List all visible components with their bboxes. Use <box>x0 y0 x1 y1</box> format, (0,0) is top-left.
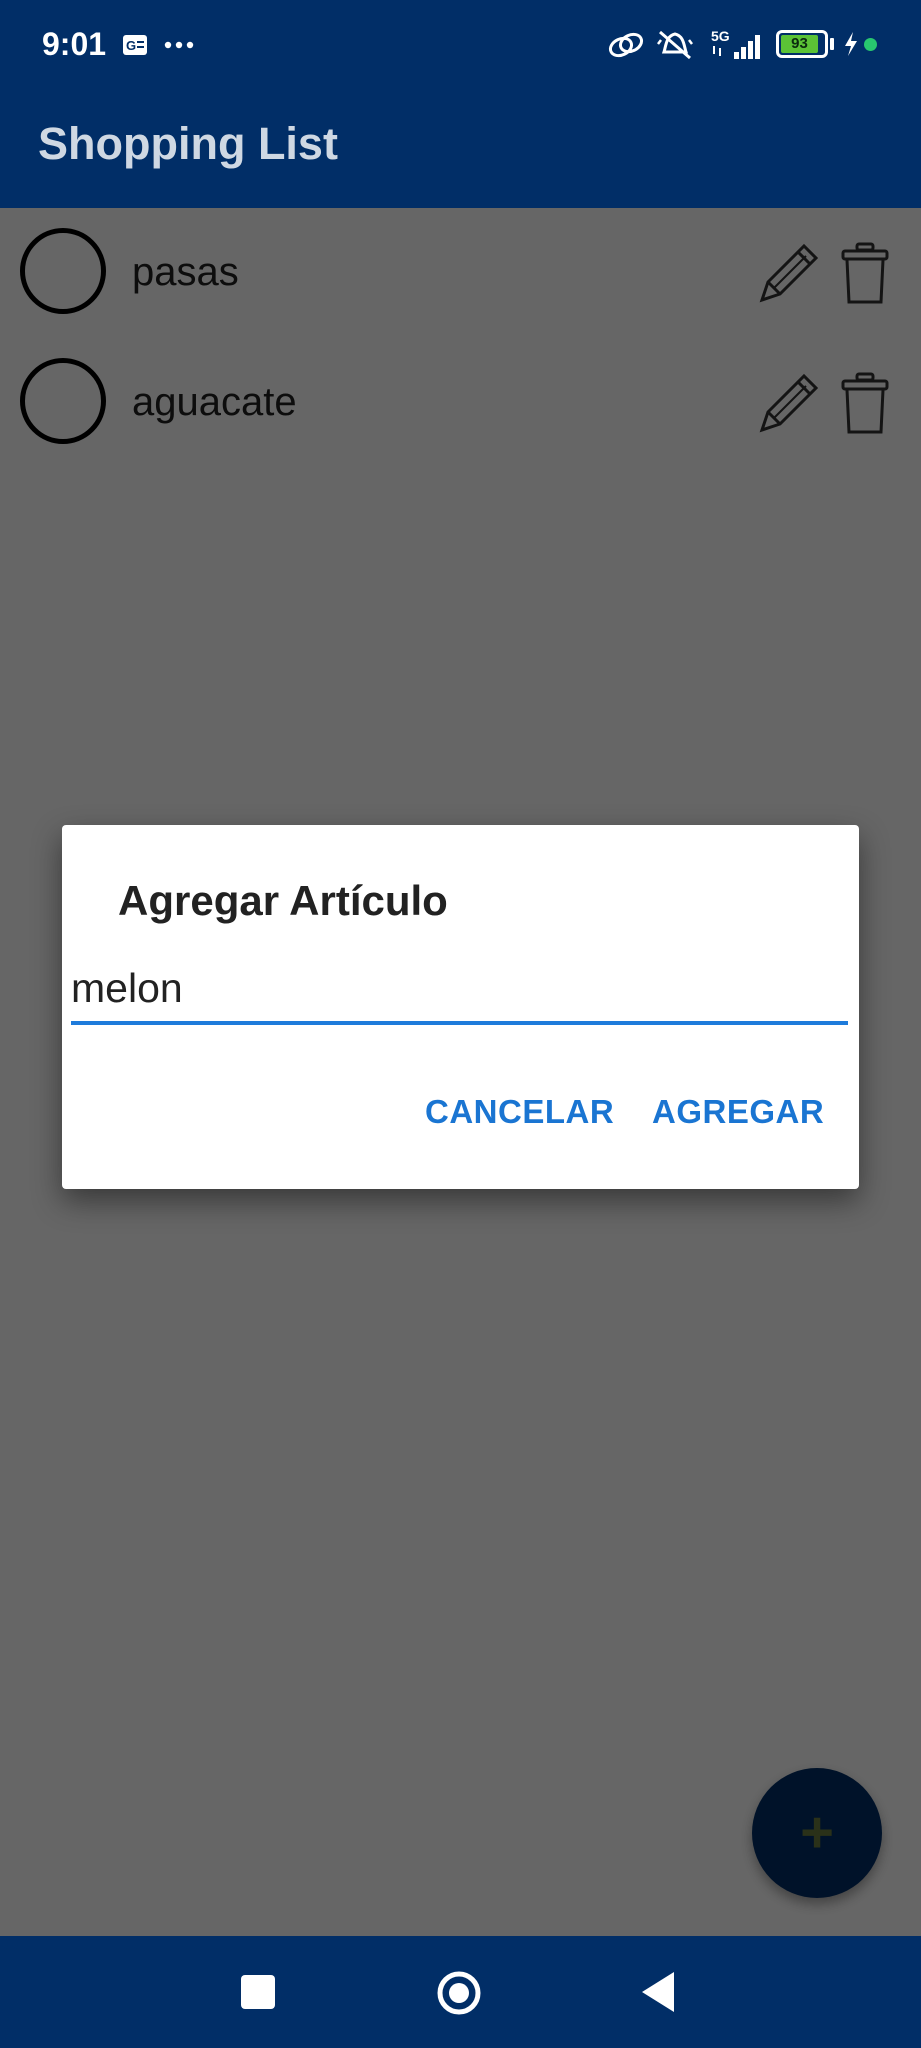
signal-icon <box>713 35 760 59</box>
charging-icon <box>845 32 857 56</box>
back-icon[interactable] <box>640 1970 676 2014</box>
cancel-button[interactable]: CANCELAR <box>425 1093 614 1131</box>
home-icon[interactable] <box>436 1970 482 2016</box>
svg-text:G: G <box>126 38 136 53</box>
mute-icon <box>657 30 693 60</box>
link-icon <box>608 32 644 58</box>
app-title: Shopping List <box>38 118 338 169</box>
add-button[interactable]: AGREGAR <box>652 1093 824 1131</box>
battery-level: 93 <box>781 35 818 53</box>
add-item-dialog: Agregar Artículo CANCELAR AGREGAR <box>62 825 859 1189</box>
recents-icon[interactable] <box>241 1975 275 2009</box>
more-dots-icon <box>164 41 194 49</box>
status-bar: 9:01 G 5G 93 <box>0 0 921 92</box>
item-name-input[interactable] <box>71 955 848 1025</box>
dialog-title: Agregar Artículo <box>118 877 448 924</box>
battery-icon: 93 <box>776 30 828 58</box>
status-time: 9:01 <box>42 26 107 62</box>
carrier-g-icon: G <box>123 35 147 55</box>
camera-dot-icon <box>864 38 877 51</box>
